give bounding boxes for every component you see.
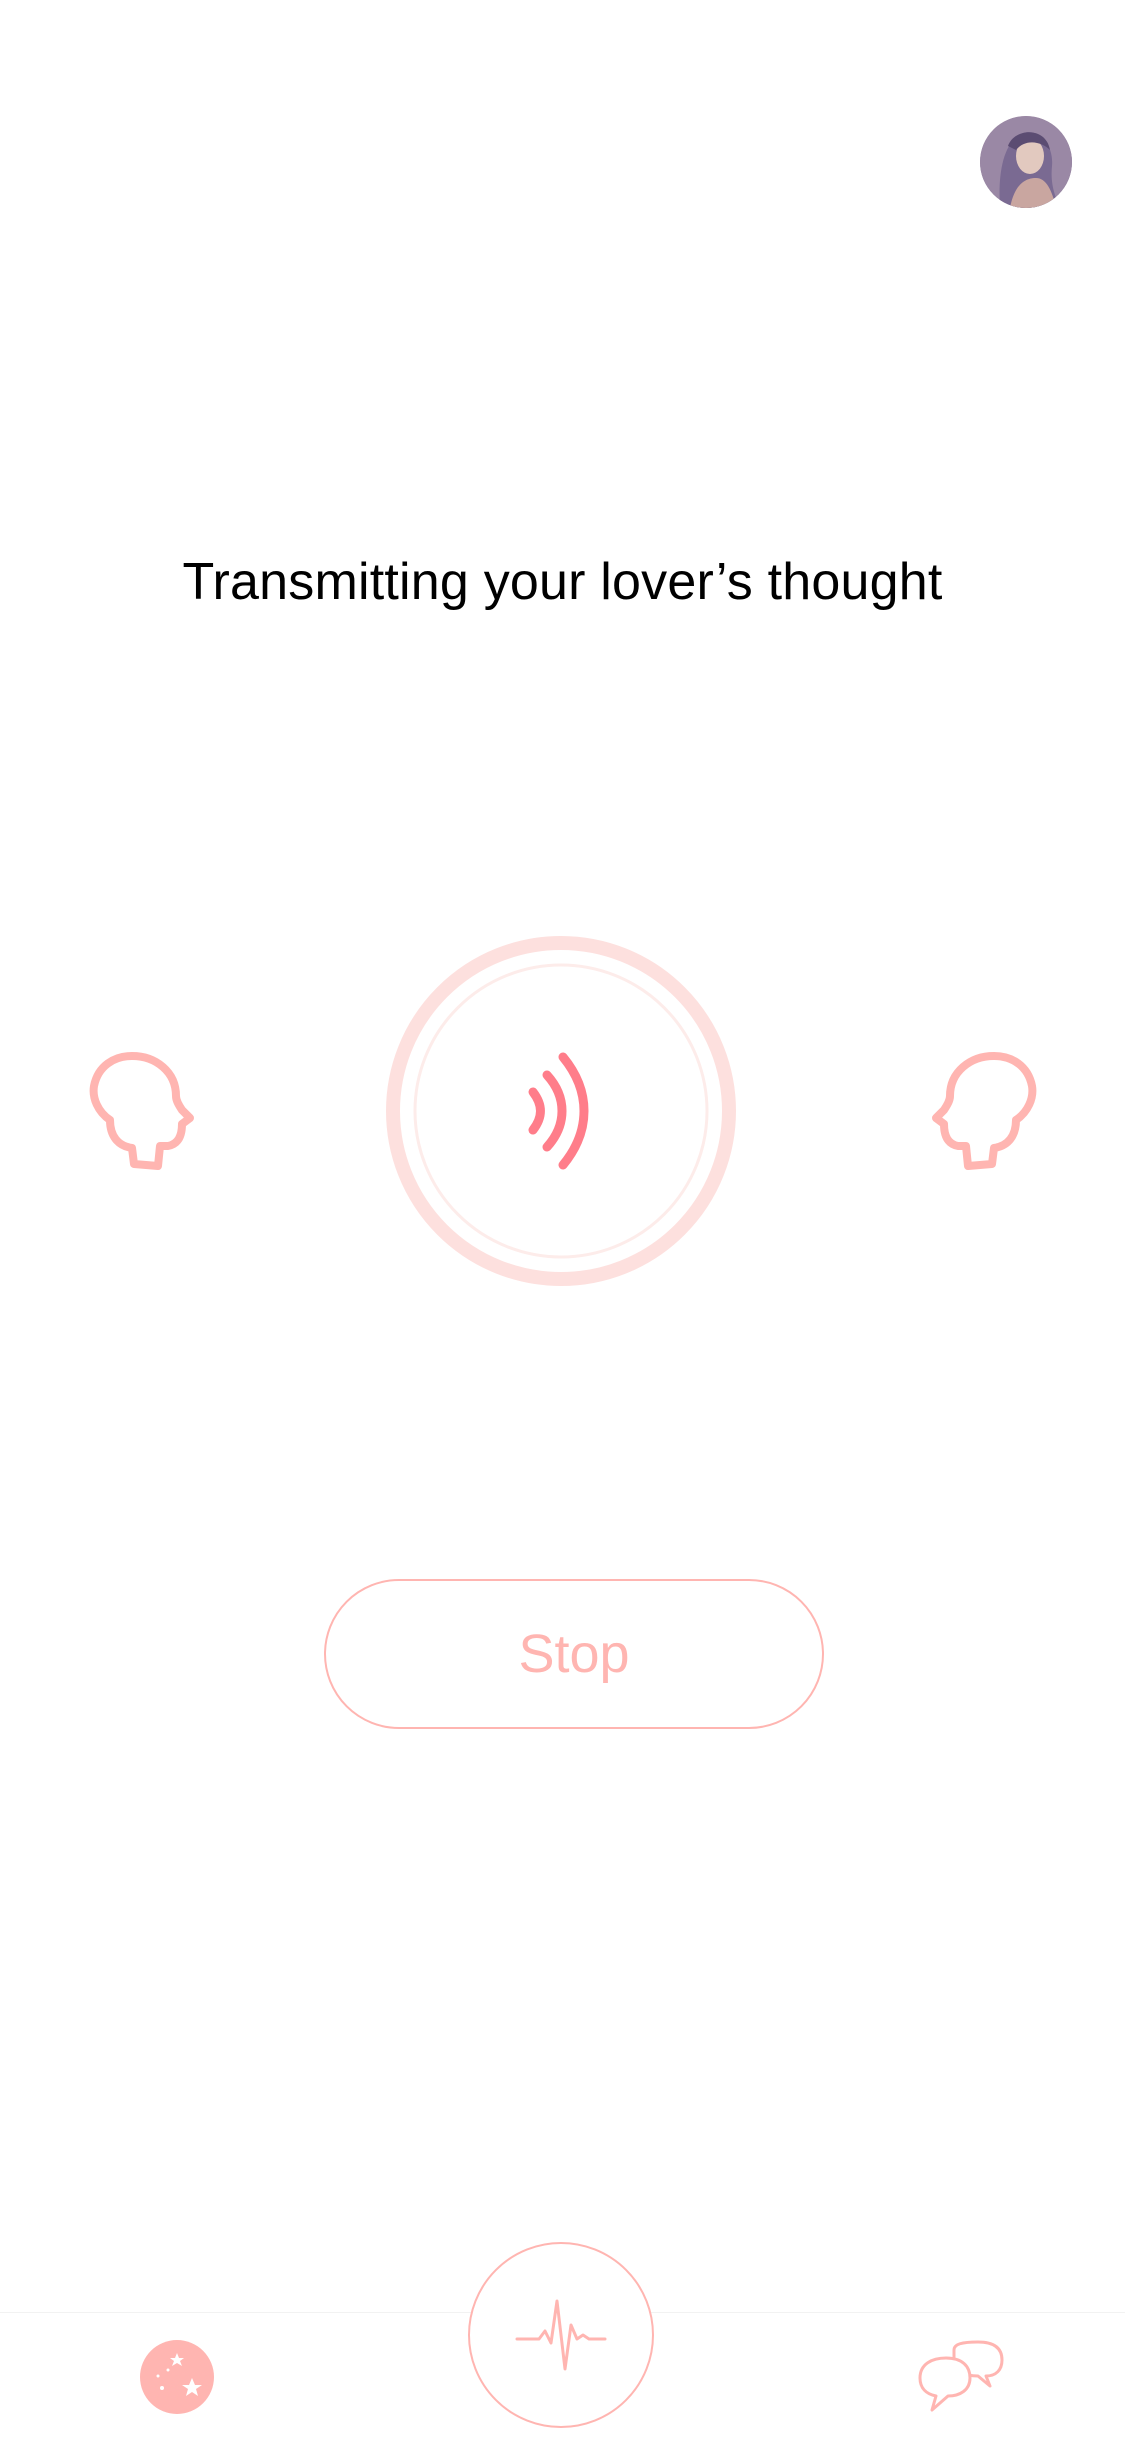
left-head-profile-icon bbox=[84, 1052, 194, 1174]
right-head-profile-icon bbox=[932, 1052, 1042, 1174]
signal-waves-icon bbox=[528, 1052, 589, 1170]
chat-bubbles-icon bbox=[918, 2340, 1004, 2412]
transmission-indicator bbox=[385, 935, 737, 1287]
stars-icon bbox=[140, 2340, 214, 2414]
tab-chat-button[interactable] bbox=[918, 2340, 1004, 2412]
heartbeat-pulse-icon bbox=[515, 2299, 607, 2371]
status-title: Transmitting your lover’s thought bbox=[182, 553, 943, 611]
tab-heartbeat-button[interactable] bbox=[468, 2242, 654, 2428]
profile-avatar[interactable] bbox=[980, 116, 1072, 208]
stop-button[interactable]: Stop bbox=[324, 1579, 824, 1729]
avatar-image bbox=[980, 116, 1072, 208]
tab-stars-button[interactable] bbox=[140, 2340, 214, 2414]
